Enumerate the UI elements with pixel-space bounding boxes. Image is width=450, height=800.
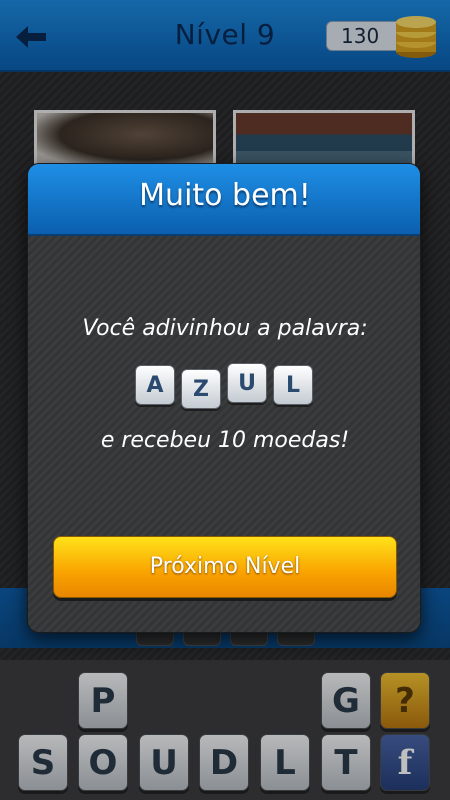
word-tile: L [273, 365, 313, 405]
success-dialog: Muito bem! Você adivinhou a palavra: A Z… [27, 163, 421, 633]
solved-word: A Z U L [135, 363, 315, 409]
guessed-word-message: Você adivinhou a palavra: [82, 316, 368, 341]
reward-message: e recebeu 10 moedas! [100, 428, 350, 453]
word-tile: U [227, 363, 267, 403]
dialog-header: Muito bem! [28, 164, 420, 236]
word-tile: A [135, 365, 175, 405]
dialog-title: Muito bem! [139, 178, 311, 213]
next-level-button[interactable]: Próximo Nível [53, 536, 397, 598]
word-tile: Z [181, 369, 221, 409]
